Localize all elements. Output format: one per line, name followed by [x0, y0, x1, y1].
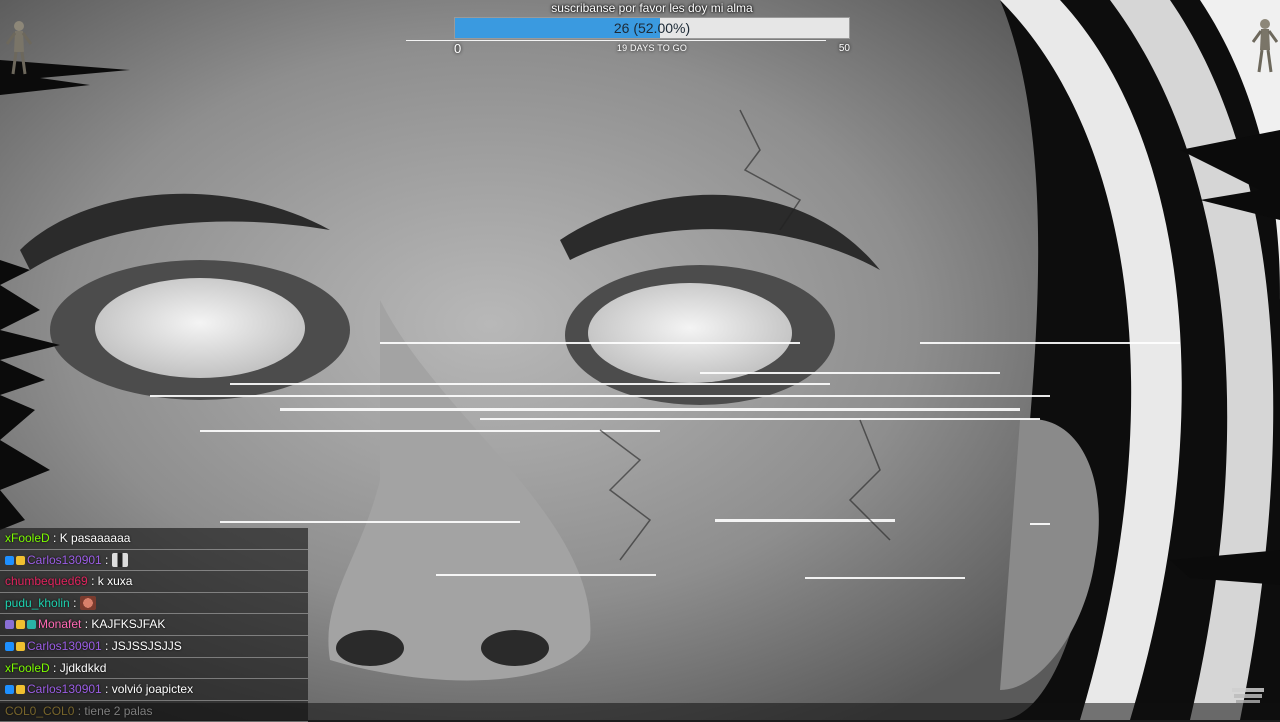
chat-message: xFooleD : K pasaaaaaa — [0, 528, 308, 550]
face-emote — [79, 595, 96, 610]
chat-text: volvió joapictex — [111, 682, 194, 697]
chat-badge-icon — [16, 642, 25, 651]
chat-text: JSJSSJSJJS — [111, 639, 182, 653]
chat-username[interactable]: chumbequed69 — [5, 574, 88, 588]
chat-badge-icon — [5, 555, 14, 565]
chat-username[interactable]: Carlos130901 — [27, 639, 102, 653]
dancing-figure-icon — [1252, 19, 1278, 73]
goal-title: suscribanse por favor les doy mi alma — [551, 1, 753, 15]
chat-username[interactable]: Carlos130901 — [27, 553, 102, 567]
chat-text: K pasaaaaaa — [59, 531, 131, 545]
chat-separator: : — [69, 595, 80, 610]
chat-message: Carlos130901 : JSJSSJSJJS — [0, 636, 308, 658]
chat-username[interactable]: Carlos130901 — [27, 682, 102, 696]
bottom-letterbox — [0, 703, 1280, 720]
channel-logo-watermark — [1232, 688, 1264, 703]
chat-badge-icon — [5, 685, 14, 695]
chat-separator: : — [101, 682, 112, 697]
chat-badge-icon — [5, 620, 14, 630]
chat-separator: : — [49, 531, 60, 545]
chat-badge-icon — [16, 620, 25, 630]
chat-message: chumbequed69 : k xuxa — [0, 571, 308, 593]
subscriber-goal-widget: suscribanse por favor les doy mi alma 26… — [452, 0, 852, 56]
goal-max-label: 50 — [838, 43, 850, 54]
goal-progress-text: 26 (52.00%) — [613, 20, 691, 36]
goal-days-left: 19 DAYS TO GO — [616, 43, 688, 53]
chat-separator: : — [101, 552, 112, 567]
chat-username[interactable]: pudu_kholin — [5, 596, 70, 610]
goal-progress-bar: 26 (52.00%) — [454, 17, 850, 39]
chat-separator: : — [81, 617, 92, 632]
chat-separator: : — [49, 660, 60, 675]
chat-badge-icon — [5, 642, 14, 651]
chat-message: Carlos130901 : volvió joapictex — [0, 679, 308, 701]
chat-text: Jjdkdkkd — [59, 660, 107, 675]
dancing-figure-icon — [6, 21, 32, 75]
chat-username[interactable]: xFooleD — [5, 661, 50, 675]
chat-overlay: xFooleD : K pasaaaaaa Carlos130901 : chum… — [0, 528, 308, 722]
chat-text: KAJFKSJFAK — [91, 617, 166, 632]
chat-username[interactable]: xFooleD — [5, 531, 50, 545]
chat-message: Carlos130901 : — [0, 550, 308, 572]
chat-message: pudu_kholin : — [0, 593, 308, 615]
chat-text: k xuxa — [97, 574, 133, 589]
panda-emote — [111, 552, 128, 567]
chat-badge-icon — [16, 555, 25, 565]
chat-badge-icon — [16, 685, 25, 695]
chat-username[interactable]: Monafet — [38, 617, 81, 631]
chat-separator: : — [87, 574, 98, 589]
chat-badge-icon — [27, 620, 36, 630]
chat-message: Monafet : KAJFKSJFAK — [0, 614, 308, 636]
chat-separator: : — [101, 639, 112, 653]
chat-message: xFooleD : Jjdkdkkd — [0, 658, 308, 680]
